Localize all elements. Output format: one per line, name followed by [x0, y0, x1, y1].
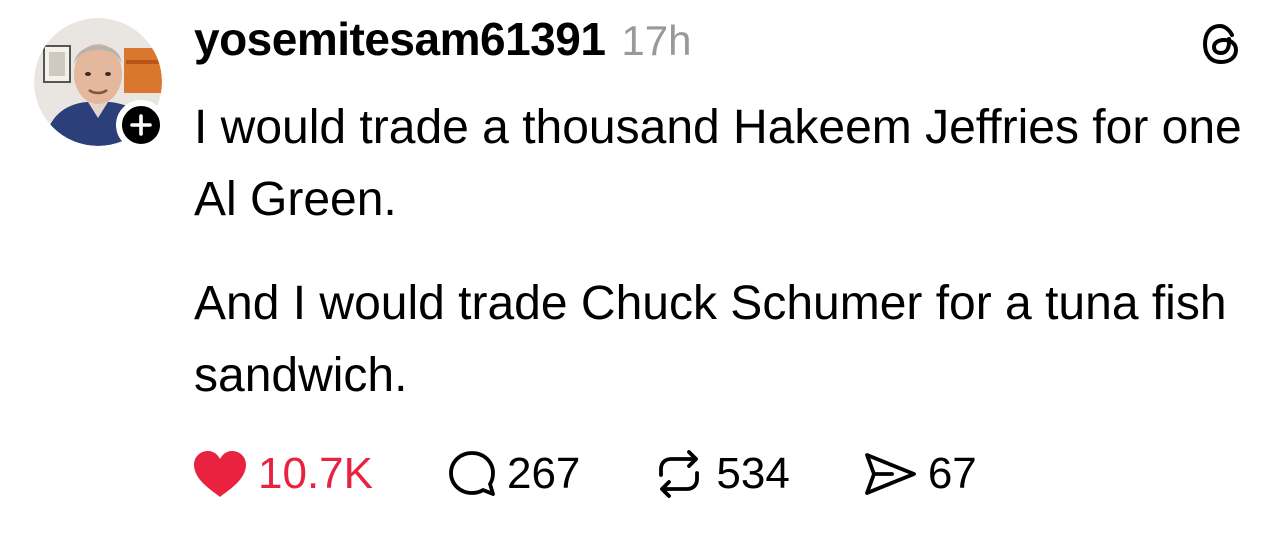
post-header: yosemitesam61391 17h [194, 12, 692, 72]
thread-post: yosemitesam61391 17h I would trade a tho… [0, 0, 1284, 535]
username[interactable]: yosemitesam61391 [194, 12, 606, 66]
like-count: 10.7K [258, 449, 373, 498]
follow-button[interactable] [116, 100, 166, 150]
send-icon [862, 449, 918, 499]
repost-button[interactable]: 534 [652, 446, 790, 502]
like-button[interactable]: 10.7K [192, 446, 373, 502]
reply-count: 267 [506, 449, 581, 498]
avatar-container [34, 18, 166, 150]
reply-button[interactable]: 267 [447, 446, 580, 502]
repost-icon [652, 449, 706, 499]
repost-count: 534 [716, 449, 790, 498]
action-bar: 10.7K 267 534 67 [192, 446, 977, 502]
plus-icon [130, 114, 152, 136]
post-content: I would trade a thousand Hakeem Jeffries… [194, 92, 1264, 412]
post-paragraph: I would trade a thousand Hakeem Jeffries… [194, 101, 1242, 226]
heart-icon [192, 449, 248, 499]
comment-icon [447, 449, 497, 499]
post-paragraph: And I would trade Chuck Schumer for a tu… [194, 277, 1227, 402]
timestamp: 17h [621, 17, 692, 64]
share-button[interactable]: 67 [862, 446, 977, 502]
threads-logo-icon[interactable] [1198, 20, 1246, 68]
share-count: 67 [927, 449, 977, 498]
